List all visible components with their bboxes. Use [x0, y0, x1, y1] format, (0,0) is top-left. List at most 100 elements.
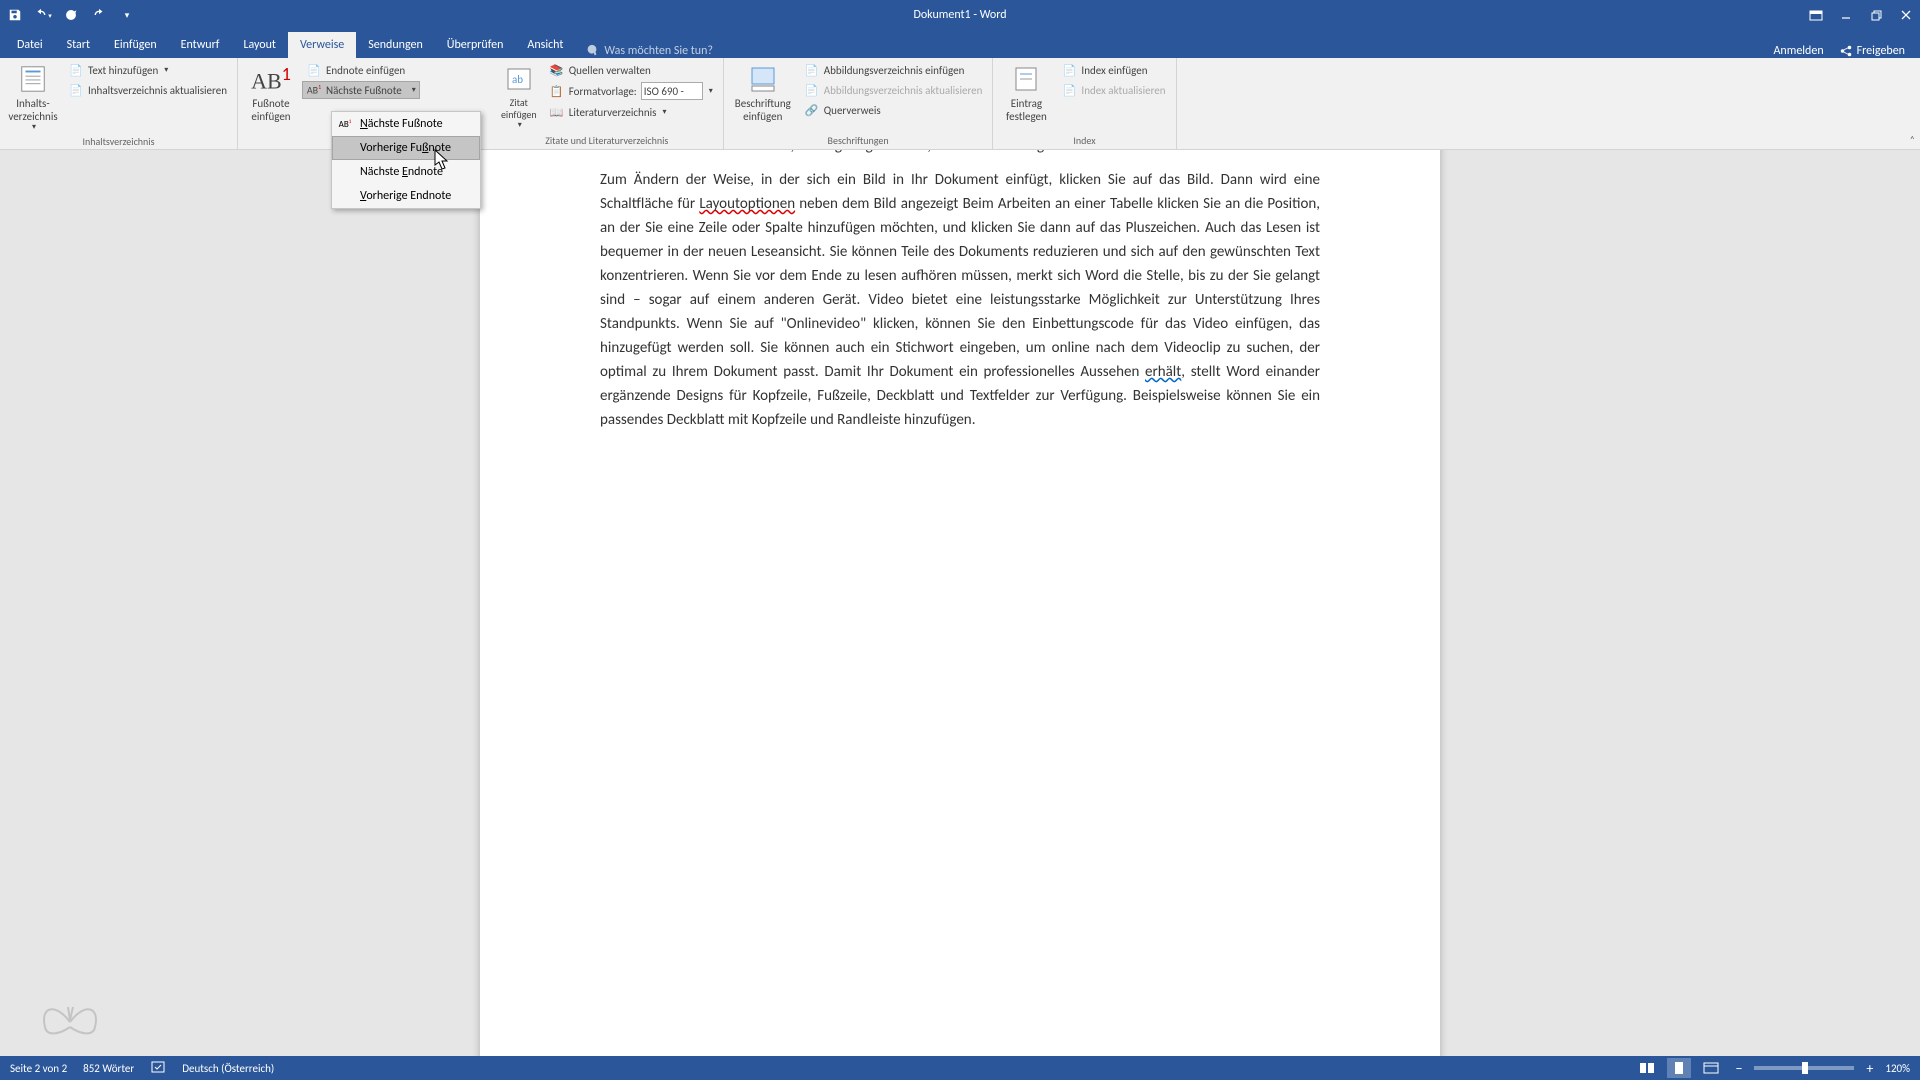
minimize-icon[interactable] — [1832, 4, 1860, 26]
quick-access-toolbar: ▾ ▾ — [0, 5, 137, 25]
dropdown-prev-footnote[interactable]: Vorherige Fußnote — [332, 136, 480, 160]
citation-style-select[interactable]: 📋Formatvorlage: ISO 690 -▾ — [545, 81, 717, 101]
update-index-icon: 📄 — [1061, 82, 1077, 98]
tab-review[interactable]: Überprüfen — [435, 32, 516, 58]
group-label-index: Index — [999, 134, 1169, 149]
update-toc-button[interactable]: 📄Inhaltsverzeichnis aktualisieren — [64, 81, 231, 99]
status-bar: Seite 2 von 2 852 Wörter Deutsch (Österr… — [0, 1056, 1920, 1080]
next-footnote-icon: AB1 — [306, 82, 322, 98]
next-footnote-button[interactable]: AB1Nächste Fußnote▾ — [302, 81, 420, 99]
tab-references[interactable]: Verweise — [288, 32, 356, 58]
insert-citation-button[interactable]: ab Zitat einfügen▾ — [497, 61, 541, 133]
tab-insert[interactable]: Einfügen — [102, 32, 169, 58]
spell-error-layoutoptionen[interactable]: Layoutoptionen — [699, 195, 795, 213]
status-words[interactable]: 852 Wörter — [83, 1062, 134, 1075]
body-text[interactable]: Wenn Sie Formatvorlagen anwenden, ändern… — [600, 150, 1320, 432]
group-index: Eintrag festlegen 📄Index einfügen 📄Index… — [993, 58, 1176, 149]
footnote-label: Fußnote einfügen — [251, 97, 290, 123]
sources-icon: 📚 — [549, 62, 565, 78]
citation-label: Zitat einfügen — [501, 97, 537, 121]
status-proofing-icon[interactable] — [150, 1060, 166, 1077]
insert-endnote-button[interactable]: 📄Endnote einfügen — [302, 61, 420, 79]
tell-me-search[interactable]: Was möchten Sie tun? — [575, 44, 723, 58]
group-captions: Beschriftung einfügen 📄Abbildungsverzeic… — [724, 58, 994, 149]
group-label-captions: Beschriftungen — [730, 134, 987, 149]
grammar-error-erhaelt[interactable]: erhält — [1145, 363, 1181, 381]
tab-mailings[interactable]: Sendungen — [356, 32, 435, 58]
zoom-thumb[interactable] — [1802, 1062, 1808, 1074]
ribbon-tabs: Datei Start Einfügen Entwurf Layout Verw… — [0, 30, 1920, 58]
toc-icon — [17, 63, 49, 95]
next-footnote-item-icon: AB1 — [337, 116, 353, 132]
update-icon: 📄 — [68, 82, 84, 98]
view-read-icon[interactable] — [1635, 1058, 1659, 1078]
crossref-icon: 🔗 — [804, 102, 820, 118]
qat-customize-icon[interactable]: ▾ — [117, 5, 137, 25]
dropdown-prev-endnote[interactable]: Vorherige Endnote — [332, 184, 480, 208]
update-tof-button[interactable]: 📄Abbildungsverzeichnis aktualisieren — [800, 81, 987, 99]
tell-me-placeholder: Was möchten Sie tun? — [604, 44, 713, 58]
manage-sources-button[interactable]: 📚Quellen verwalten — [545, 61, 717, 79]
insert-footnote-button[interactable]: AB1 Fußnote einfügen — [244, 61, 298, 125]
group-label-citations: Zitate und Literaturverzeichnis — [497, 134, 717, 149]
sign-in-link[interactable]: Anmelden — [1773, 44, 1823, 58]
bibliography-button[interactable]: 📖Literaturverzeichnis▾ — [545, 103, 717, 121]
view-web-icon[interactable] — [1699, 1058, 1723, 1078]
svg-text:ab: ab — [512, 73, 523, 86]
undo-icon[interactable]: ▾ — [33, 5, 53, 25]
ribbon: Inhalts- verzeichnis▾ 📄Text hinzufügen▾ … — [0, 58, 1920, 150]
collapse-ribbon-icon[interactable]: ˄ — [1910, 133, 1915, 146]
insert-index-icon: 📄 — [1061, 62, 1077, 78]
tab-file[interactable]: Datei — [5, 32, 55, 58]
add-text-icon: 📄 — [68, 62, 84, 78]
tof-icon: 📄 — [804, 62, 820, 78]
mark-entry-label: Eintrag festlegen — [1006, 97, 1047, 123]
zoom-slider[interactable] — [1754, 1066, 1854, 1070]
window-title: Dokument1 - Word — [913, 8, 1006, 22]
title-bar: ▾ ▾ Dokument1 - Word — [0, 0, 1920, 30]
close-icon[interactable] — [1892, 4, 1920, 26]
footnote-icon: AB1 — [255, 63, 287, 95]
insert-index-button[interactable]: 📄Index einfügen — [1057, 61, 1169, 79]
update-index-button[interactable]: 📄Index aktualisieren — [1057, 81, 1169, 99]
tab-layout[interactable]: Layout — [231, 32, 288, 58]
group-citations: ab Zitat einfügen▾ 📚Quellen verwalten 📋F… — [491, 58, 724, 149]
group-toc: Inhalts- verzeichnis▾ 📄Text hinzufügen▾ … — [0, 58, 238, 149]
status-page[interactable]: Seite 2 von 2 — [10, 1062, 67, 1075]
view-print-icon[interactable] — [1667, 1058, 1691, 1078]
tab-view[interactable]: Ansicht — [515, 32, 575, 58]
insert-tof-button[interactable]: 📄Abbildungsverzeichnis einfügen — [800, 61, 987, 79]
crossref-button[interactable]: 🔗Querverweis — [800, 101, 987, 119]
status-language[interactable]: Deutsch (Österreich) — [182, 1062, 274, 1075]
zoom-level[interactable]: 120% — [1885, 1062, 1910, 1075]
caption-icon — [747, 63, 779, 95]
bibliography-icon: 📖 — [549, 104, 565, 120]
insert-caption-button[interactable]: Beschriftung einfügen — [730, 61, 796, 125]
group-label-toc: Inhaltsverzeichnis — [6, 135, 231, 150]
page[interactable]: Wenn Sie Formatvorlagen anwenden, ändern… — [480, 150, 1440, 1056]
mark-entry-button[interactable]: Eintrag festlegen — [999, 61, 1053, 125]
dropdown-next-endnote[interactable]: Nächste Endnote — [332, 160, 480, 184]
redo-icon[interactable] — [89, 5, 109, 25]
repeat-icon[interactable] — [61, 5, 81, 25]
toc-button[interactable]: Inhalts- verzeichnis▾ — [6, 61, 60, 135]
zoom-in-button[interactable]: + — [1862, 1060, 1877, 1077]
next-footnote-dropdown: AB1Nächste Fußnote Vorherige Fußnote Näc… — [331, 111, 481, 209]
save-icon[interactable] — [5, 5, 25, 25]
dropdown-next-footnote[interactable]: AB1Nächste Fußnote — [332, 112, 480, 136]
mark-entry-icon — [1010, 63, 1042, 95]
maximize-icon[interactable] — [1862, 4, 1890, 26]
add-text-button[interactable]: 📄Text hinzufügen▾ — [64, 61, 231, 79]
ribbon-display-icon[interactable] — [1802, 4, 1830, 26]
zoom-out-button[interactable]: − — [1731, 1060, 1746, 1077]
caption-label: Beschriftung einfügen — [735, 97, 791, 123]
document-area: Wenn Sie Formatvorlagen anwenden, ändern… — [0, 150, 1920, 1056]
tab-design[interactable]: Entwurf — [169, 32, 232, 58]
update-tof-icon: 📄 — [804, 82, 820, 98]
tab-start[interactable]: Start — [55, 32, 102, 58]
endnote-icon: 📄 — [306, 62, 322, 78]
share-button[interactable]: Freigeben — [1839, 44, 1905, 58]
style-icon: 📋 — [549, 83, 565, 99]
share-label: Freigeben — [1857, 44, 1905, 58]
citation-icon: ab — [503, 63, 535, 95]
